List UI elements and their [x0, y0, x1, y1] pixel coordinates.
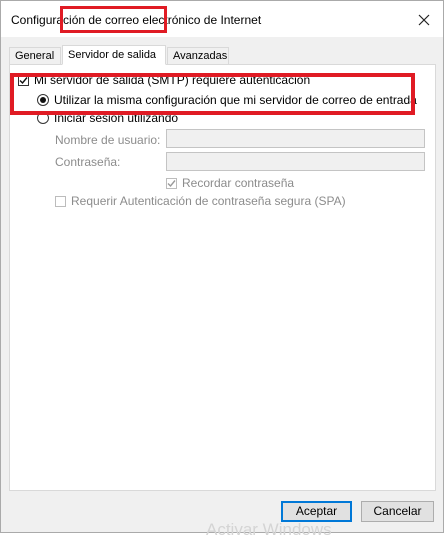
dialog-client-area: General Servidor de salida Avanzadas Mi … [1, 37, 443, 532]
tab-panel-servidor-de-salida: Mi servidor de salida (SMTP) requiere au… [9, 64, 436, 491]
cancel-button[interactable]: Cancelar [361, 501, 434, 522]
close-icon [418, 14, 430, 26]
checkmark-icon [19, 76, 28, 84]
username-label: Nombre de usuario: [55, 133, 161, 147]
login-using-label: Iniciar sesión utilizando [54, 111, 179, 125]
spa-checkbox[interactable]: Requerir Autenticación de contraseña seg… [55, 194, 346, 208]
tab-strip: General Servidor de salida Avanzadas [9, 45, 435, 65]
activate-windows-watermark: Activar Windows [206, 520, 332, 539]
window-title: Configuración de correo electrónico de I… [11, 13, 262, 27]
tab-servidor-de-salida[interactable]: Servidor de salida [62, 45, 166, 65]
username-field[interactable] [166, 129, 425, 148]
dialog-window: Configuración de correo electrónico de I… [0, 0, 444, 533]
same-settings-radio[interactable]: Utilizar la misma configuración que mi s… [37, 93, 417, 107]
checkbox-box [18, 74, 29, 86]
radio-unselected-icon [37, 112, 49, 124]
remember-password-checkbox[interactable]: Recordar contraseña [166, 176, 294, 190]
checkbox-box [55, 195, 66, 207]
checkbox-box [166, 177, 177, 189]
close-button[interactable] [409, 7, 439, 33]
ok-button[interactable]: Aceptar [281, 501, 352, 522]
spa-label: Requerir Autenticación de contraseña seg… [71, 194, 346, 208]
remember-password-label: Recordar contraseña [182, 176, 295, 190]
login-using-radio[interactable]: Iniciar sesión utilizando [37, 111, 178, 125]
title-bar: Configuración de correo electrónico de I… [1, 1, 443, 37]
checkmark-icon [167, 179, 176, 187]
require-auth-label: Mi servidor de salida (SMTP) requiere au… [34, 73, 311, 87]
tab-avanzadas[interactable]: Avanzadas [167, 47, 229, 64]
require-auth-checkbox[interactable]: Mi servidor de salida (SMTP) requiere au… [18, 73, 310, 87]
password-label: Contraseña: [55, 155, 121, 169]
radio-selected-icon [37, 94, 49, 106]
tab-general[interactable]: General [9, 47, 61, 64]
same-settings-label: Utilizar la misma configuración que mi s… [54, 93, 417, 107]
password-field[interactable] [166, 152, 425, 171]
